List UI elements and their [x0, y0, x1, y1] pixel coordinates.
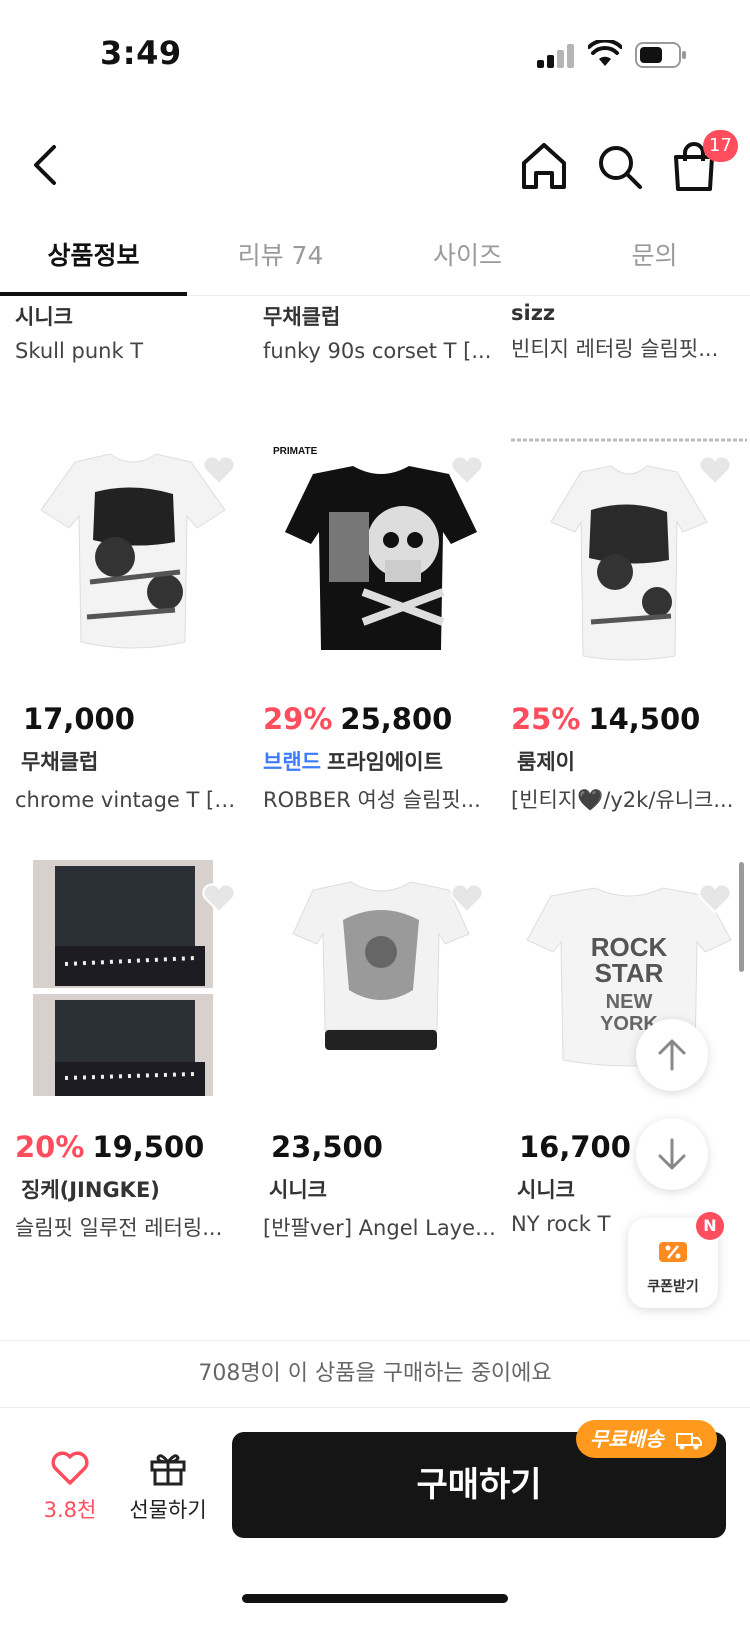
product-price-line: 17,000 [15, 702, 251, 736]
nav-bar: 17 [0, 110, 750, 220]
brand-name: 징케(JINGKE) [21, 1178, 160, 1202]
product-card[interactable]: 20% 19,500 징케(JINGKE) 슬림핏 일루전 레터링... [15, 860, 251, 1242]
coupon-label: 쿠폰받기 [647, 1279, 699, 1295]
scrollbar[interactable] [739, 862, 744, 972]
product-image[interactable] [15, 432, 251, 668]
gift-button[interactable]: 선물하기 [122, 1450, 214, 1540]
product-price: 16,700 [519, 1130, 631, 1164]
home-icon[interactable] [518, 135, 570, 195]
product-name: [빈티지🖤/y2k/유니크... [511, 788, 734, 812]
heart-icon[interactable] [697, 454, 733, 486]
status-time: 3:49 [100, 34, 182, 72]
detail-tabs: 상품정보 리뷰 74 사이즈 문의 [0, 220, 750, 296]
product-name: chrome vintage T [크... [15, 788, 251, 812]
brand-name: 룸제이 [517, 750, 575, 774]
like-button[interactable]: 3.8천 [30, 1450, 110, 1540]
tab-reviews[interactable]: 리뷰 74 [187, 220, 374, 295]
gift-icon [150, 1454, 186, 1486]
coupon-new-badge: N [696, 1212, 724, 1240]
brand-name: 시니크 [269, 1178, 327, 1202]
brand-tag: 브랜드 [263, 750, 321, 774]
tab-product-info[interactable]: 상품정보 [0, 220, 187, 296]
scroll-bottom-button[interactable] [636, 1118, 708, 1190]
product-name: funky 90s corset T [... [263, 339, 492, 363]
signal-icon [537, 44, 577, 68]
heart-icon[interactable] [449, 454, 485, 486]
heart-icon[interactable] [201, 454, 237, 486]
brand-name: 무채클럽 [21, 750, 99, 774]
product-card[interactable]: 시니크 Skull punk T [15, 297, 251, 363]
heart-icon[interactable] [449, 882, 485, 914]
product-card[interactable]: ROCK STAR NEW YORK 16,700 시니크 NY rock T [511, 860, 747, 1236]
product-name: 빈티지 레터링 슬림핏... [511, 337, 719, 361]
product-name: 슬림핏 일루전 레터링... [15, 1216, 223, 1240]
product-name: Skull punk T [15, 339, 144, 363]
brand-name: 프라임에이트 [326, 750, 443, 774]
product-brand: 시니크 [263, 1174, 499, 1204]
product-price: 14,500 [588, 702, 701, 736]
discount-rate: 25% [511, 702, 581, 736]
arrow-up-icon [658, 1039, 686, 1071]
product-price: 17,000 [23, 702, 135, 736]
brand-name: 시니크 [517, 1178, 575, 1202]
product-brand: 시니크 [511, 1174, 747, 1204]
primate-logo-text: PRIMATE [273, 446, 318, 457]
product-card[interactable]: 23,500 시니크 [반팔ver] Angel Layer... [263, 860, 499, 1242]
heart-icon[interactable] [697, 882, 733, 914]
product-brand: sizz [511, 301, 556, 325]
search-icon[interactable] [594, 135, 646, 195]
discount-rate: 20% [15, 1130, 85, 1164]
truck-icon [675, 1432, 702, 1449]
product-price-line: 16,700 [511, 1130, 747, 1164]
product-price: 23,500 [271, 1130, 383, 1164]
free-shipping-label: 무료배송 [590, 1427, 664, 1451]
product-name: [반팔ver] Angel Layer... [263, 1216, 499, 1240]
product-brand: 무채클럽 [263, 305, 341, 329]
product-image[interactable]: ROCK STAR NEW YORK [511, 860, 747, 1096]
product-price-line: 25% 14,500 [511, 702, 747, 736]
product-card[interactable]: 무채클럽 funky 90s corset T [... [263, 297, 499, 363]
product-brand: 브랜드 프라임에이트 [263, 746, 499, 776]
cart-count-badge: 17 [703, 130, 738, 162]
tab-size[interactable]: 사이즈 [374, 220, 561, 295]
product-price-line: 23,500 [263, 1130, 499, 1164]
product-brand: 징케(JINGKE) [15, 1174, 251, 1204]
product-brand: 룸제이 [511, 746, 747, 776]
new-text: NEW [606, 991, 653, 1013]
tab-inquiry[interactable]: 문의 [561, 220, 748, 295]
product-price-line: 29% 25,800 [263, 702, 499, 736]
like-count: 3.8천 [43, 1498, 97, 1522]
wifi-icon [588, 40, 622, 66]
product-card[interactable]: 17,000 무채클럽 chrome vintage T [크... [15, 432, 251, 814]
home-indicator [242, 1594, 508, 1603]
product-image[interactable] [511, 432, 747, 668]
product-price: 19,500 [92, 1130, 205, 1164]
product-image[interactable] [15, 860, 251, 1096]
heart-icon[interactable] [201, 882, 237, 914]
product-card[interactable]: sizz 빈티지 레터링 슬림핏... [511, 297, 747, 363]
purchase-notice: 708명이 이 상품을 구매하는 중이에요 [0, 1340, 750, 1408]
scroll-top-button[interactable] [636, 1019, 708, 1091]
product-name: ROBBER 여성 슬림핏... [263, 788, 481, 812]
product-image[interactable]: PRIMATE [263, 432, 499, 668]
product-brand: 시니크 [15, 305, 73, 329]
product-card[interactable]: 25% 14,500 룸제이 [빈티지🖤/y2k/유니크... [511, 432, 747, 814]
product-brand: 무채클럽 [15, 746, 251, 776]
back-icon[interactable] [24, 135, 74, 195]
gift-label: 선물하기 [129, 1498, 207, 1522]
arrow-down-icon [658, 1138, 686, 1170]
product-price-line: 20% 19,500 [15, 1130, 251, 1164]
free-shipping-badge: 무료배송 [576, 1420, 717, 1458]
discount-rate: 29% [263, 702, 333, 736]
product-card[interactable]: PRIMATE 29% 25,800 브랜드 프라임에이트 ROBBER 여성 … [263, 432, 499, 814]
product-image[interactable] [263, 860, 499, 1096]
heart-outline-icon [51, 1451, 89, 1485]
product-price: 25,800 [340, 702, 453, 736]
battery-icon [635, 42, 686, 68]
star-text: STAR [595, 958, 664, 988]
status-bar: 3:49 [0, 0, 750, 110]
